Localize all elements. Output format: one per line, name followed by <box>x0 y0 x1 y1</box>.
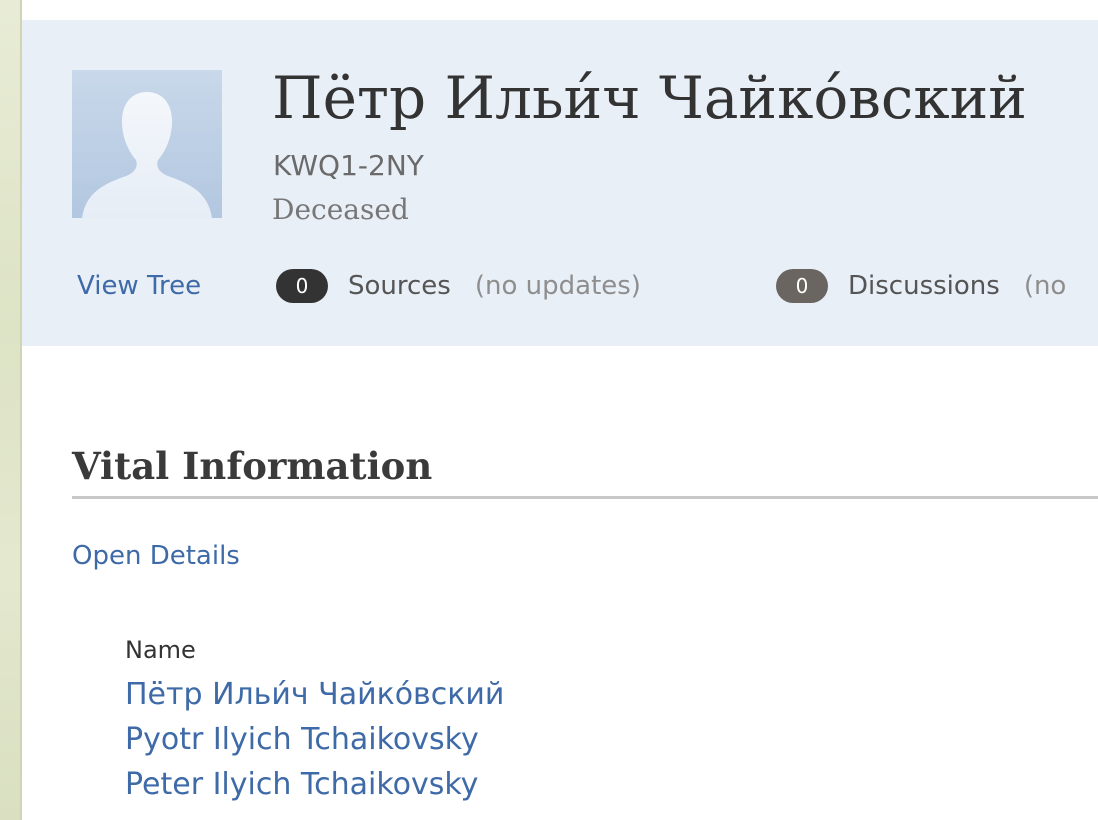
name-field-label: Name <box>125 636 196 664</box>
discussions-label: Discussions <box>848 271 1000 301</box>
discussions-update-note: (no <box>1023 271 1067 301</box>
name-entry[interactable]: Pyotr Ilyich Tchaikovsky <box>125 717 504 762</box>
person-name: Пётр Ильи́ч Чайко́вский <box>272 64 1027 132</box>
person-id: KWQ1-2NY <box>273 149 424 182</box>
sources-update-note: (no updates) <box>474 271 641 301</box>
sources-label: Sources <box>348 271 451 301</box>
person-silhouette-icon <box>72 70 222 218</box>
discussions-count[interactable]: 0 Discussions (no <box>776 266 1066 306</box>
name-entry[interactable]: Пётр Ильи́ч Чайко́вский <box>125 672 504 717</box>
page-background-strip <box>0 0 22 820</box>
name-entry[interactable]: Peter Ilyich Tchaikovsky <box>125 762 504 807</box>
view-tree-link[interactable]: View Tree <box>77 266 201 306</box>
person-status: Deceased <box>272 193 409 226</box>
section-divider <box>72 496 1098 499</box>
sources-count-badge: 0 <box>276 269 328 303</box>
vital-information-heading: Vital Information <box>72 444 433 488</box>
open-details-link[interactable]: Open Details <box>72 536 240 576</box>
discussions-count-badge: 0 <box>776 269 828 303</box>
sources-count[interactable]: 0 Sources (no updates) <box>276 266 641 306</box>
name-list: Пётр Ильи́ч Чайко́вский Pyotr Ilyich Tch… <box>125 672 504 807</box>
